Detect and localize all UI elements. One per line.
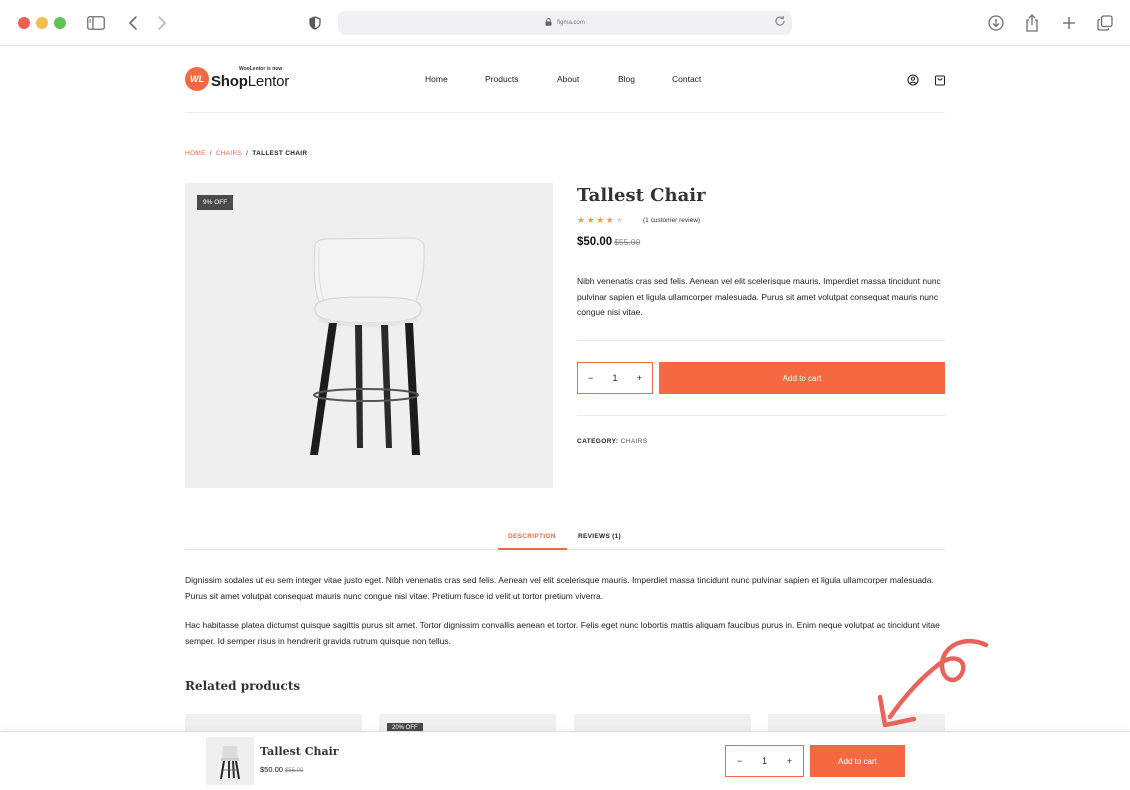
account-icon[interactable] bbox=[907, 73, 919, 86]
product-category: CATEGORY: CHAIRS bbox=[577, 438, 648, 445]
chair-thumbnail-image bbox=[220, 746, 240, 779]
sticky-quantity-stepper: − 1 + bbox=[725, 745, 804, 777]
quantity-increase-button[interactable]: + bbox=[787, 756, 792, 766]
star-empty-icon: ★ bbox=[615, 215, 625, 225]
related-products-heading: Related products bbox=[185, 679, 301, 693]
sticky-product-thumbnail bbox=[206, 737, 254, 785]
breadcrumb-current: TALLEST CHAIR bbox=[252, 150, 308, 157]
add-to-cart-button[interactable]: Add to cart bbox=[659, 362, 945, 394]
minimize-window-button[interactable] bbox=[36, 17, 48, 29]
divider bbox=[577, 415, 945, 416]
sticky-product-price: $50.00 $55.00 bbox=[260, 765, 303, 774]
browser-toolbar: figma.com bbox=[0, 0, 1130, 46]
back-icon[interactable] bbox=[122, 12, 144, 34]
description-paragraph: Dignissim sodales ut eu sem integer vita… bbox=[185, 575, 934, 601]
chair-image bbox=[310, 237, 425, 455]
star-filled-icon: ★ bbox=[586, 215, 597, 225]
sticky-product-title: Tallest Chair bbox=[260, 745, 339, 758]
url-text: figma.com bbox=[557, 20, 585, 26]
quantity-decrease-button[interactable]: − bbox=[588, 373, 593, 383]
sidebar-toggle-icon[interactable] bbox=[85, 12, 107, 34]
quantity-decrease-button[interactable]: − bbox=[737, 756, 742, 766]
category-label: CATEGORY: bbox=[577, 438, 619, 445]
new-tab-icon[interactable] bbox=[1058, 12, 1080, 34]
quantity-input[interactable]: 1 bbox=[762, 756, 767, 766]
star-filled-icon: ★ bbox=[605, 215, 616, 225]
quantity-increase-button[interactable]: + bbox=[637, 373, 642, 383]
old-price: $55.00 bbox=[284, 768, 304, 774]
divider bbox=[577, 340, 945, 341]
address-bar[interactable]: figma.com bbox=[338, 11, 792, 35]
cart-icon[interactable] bbox=[934, 73, 946, 86]
category-link[interactable]: CHAIRS bbox=[621, 438, 648, 445]
logo-name-bold: Shop bbox=[211, 73, 248, 90]
breadcrumb-home[interactable]: HOME bbox=[185, 150, 206, 157]
star-filled-icon: ★ bbox=[596, 215, 606, 225]
nav-home[interactable]: Home bbox=[425, 74, 448, 84]
reload-icon[interactable] bbox=[774, 15, 786, 29]
zoom-window-button[interactable] bbox=[54, 17, 66, 29]
sticky-add-to-cart-bar: Tallest Chair $50.00 $55.00 − 1 + Add to … bbox=[0, 731, 1130, 790]
review-count-link[interactable]: (1 customer review) bbox=[643, 217, 700, 224]
site-logo[interactable]: WL WooLentor is now ShopLentor bbox=[185, 66, 295, 92]
annotation-arrow-icon bbox=[877, 638, 989, 728]
nav-blog[interactable]: Blog bbox=[618, 74, 635, 84]
description-paragraph: Hac habitasse platea dictumst quisque sa… bbox=[185, 620, 940, 646]
breadcrumb-category[interactable]: CHAIRS bbox=[216, 150, 242, 157]
header-divider bbox=[185, 112, 945, 113]
product-price: $50.00 $55.00 bbox=[577, 236, 640, 248]
current-price: $50.00 bbox=[577, 236, 613, 248]
nav-products[interactable]: Products bbox=[485, 74, 519, 84]
tab-overview-icon[interactable] bbox=[1094, 12, 1116, 34]
tab-reviews[interactable]: REVIEWS (1) bbox=[578, 533, 621, 540]
share-icon[interactable] bbox=[1021, 12, 1043, 34]
close-window-button[interactable] bbox=[18, 17, 30, 29]
product-title: Tallest Chair bbox=[577, 185, 706, 206]
sticky-add-to-cart-button[interactable]: Add to cart bbox=[810, 745, 905, 777]
downloads-icon[interactable] bbox=[985, 12, 1007, 34]
star-filled-icon: ★ bbox=[577, 215, 587, 225]
breadcrumb-separator: / bbox=[246, 150, 249, 157]
product-image[interactable]: 9% OFF bbox=[185, 183, 553, 488]
sale-badge: 9% OFF bbox=[197, 195, 234, 210]
quantity-stepper: − 1 + bbox=[577, 362, 653, 394]
logo-badge: WL bbox=[185, 67, 209, 91]
breadcrumb-separator: / bbox=[209, 150, 212, 157]
privacy-shield-icon[interactable] bbox=[304, 12, 326, 34]
logo-wordmark: ShopLentor bbox=[211, 73, 289, 90]
logo-tagline: WooLentor is now bbox=[239, 66, 283, 72]
nav-about[interactable]: About bbox=[557, 74, 579, 84]
active-tab-indicator bbox=[498, 548, 567, 550]
forward-icon[interactable] bbox=[151, 12, 173, 34]
old-price: $55.00 bbox=[614, 237, 641, 247]
short-description: Nibh venenatis cras sed felis. Aenean ve… bbox=[577, 276, 941, 317]
rating-stars: ★★★★★ bbox=[577, 215, 625, 226]
logo-name-rest: Lentor bbox=[247, 73, 290, 90]
quantity-input[interactable]: 1 bbox=[612, 373, 617, 383]
current-price: $50.00 bbox=[260, 765, 283, 774]
nav-contact[interactable]: Contact bbox=[672, 74, 701, 84]
breadcrumb: HOME / CHAIRS / TALLEST CHAIR bbox=[185, 150, 307, 157]
tab-description[interactable]: DESCRIPTION bbox=[508, 533, 556, 540]
lock-icon bbox=[545, 18, 552, 28]
